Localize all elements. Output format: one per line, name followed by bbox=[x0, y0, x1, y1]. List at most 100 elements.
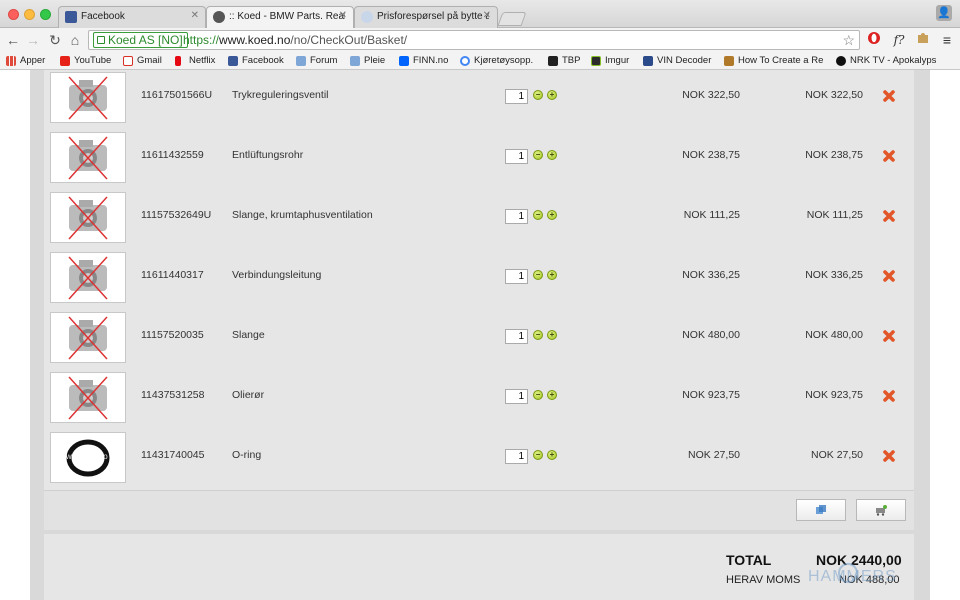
bookmark-finn[interactable]: FINN.no bbox=[399, 54, 448, 68]
quantity-input[interactable]: 1 bbox=[505, 149, 528, 164]
part-number[interactable]: 11611440317 bbox=[141, 269, 204, 281]
delete-item-icon[interactable] bbox=[882, 209, 896, 223]
increase-quantity-button[interactable]: + bbox=[547, 90, 557, 100]
increase-quantity-button[interactable]: + bbox=[547, 450, 557, 460]
decrease-quantity-button[interactable]: − bbox=[533, 450, 543, 460]
quantity-input[interactable]: 1 bbox=[505, 389, 528, 404]
line-total: NOK 480,00 bbox=[805, 329, 863, 341]
home-icon[interactable]: ⌂ bbox=[66, 31, 84, 49]
part-description[interactable]: Slange, krumtaphusventilation bbox=[232, 209, 373, 221]
bookmark-gmail[interactable]: Gmail bbox=[123, 54, 162, 68]
checkout-button[interactable] bbox=[856, 499, 906, 521]
bookmark-imgur[interactable]: Imgur bbox=[591, 54, 629, 68]
imgur-icon bbox=[591, 56, 601, 66]
minimize-window-button[interactable] bbox=[24, 9, 35, 20]
tab-facebook[interactable]: Facebook ✕ bbox=[58, 6, 206, 28]
delete-item-icon[interactable] bbox=[882, 89, 896, 103]
part-number[interactable]: 11157532649U bbox=[141, 209, 211, 221]
bookmark-facebook[interactable]: Facebook bbox=[228, 54, 284, 68]
bookmark-label: Facebook bbox=[242, 55, 284, 66]
bookmark-tbp[interactable]: TBP bbox=[548, 54, 580, 68]
ev-certificate-badge[interactable]: Koed AS [NO] bbox=[93, 32, 188, 48]
user-profile-icon[interactable]: 👤 bbox=[936, 5, 952, 21]
bookmark-forum[interactable]: Forum bbox=[296, 54, 337, 68]
decrease-quantity-button[interactable]: − bbox=[533, 270, 543, 280]
part-description[interactable]: Verbindungsleitung bbox=[232, 269, 321, 281]
part-number[interactable]: 11431740045 bbox=[141, 449, 204, 461]
bookmark-netflix[interactable]: Netflix bbox=[175, 54, 215, 68]
bookmark-nrk-tv[interactable]: NRK TV - Apokalyps bbox=[836, 54, 954, 68]
delete-item-icon[interactable] bbox=[882, 449, 896, 463]
part-description[interactable]: Entlüftungsrohr bbox=[232, 149, 303, 161]
opera-extension-icon[interactable] bbox=[865, 31, 883, 49]
increase-quantity-button[interactable]: + bbox=[547, 210, 557, 220]
bookmark-how-to-create[interactable]: How To Create a Re bbox=[724, 54, 830, 68]
bookmark-label: Pleie bbox=[364, 55, 386, 66]
bookmark-label: Apper bbox=[20, 55, 46, 66]
no-image-placeholder-icon[interactable] bbox=[50, 312, 126, 363]
no-image-placeholder-icon[interactable] bbox=[50, 72, 126, 123]
quantity-input[interactable]: 1 bbox=[505, 329, 528, 344]
increase-quantity-button[interactable]: + bbox=[547, 150, 557, 160]
tab-close-icon[interactable]: ✕ bbox=[191, 10, 199, 21]
part-number[interactable]: 11611432559 bbox=[141, 149, 204, 161]
increase-quantity-button[interactable]: + bbox=[547, 390, 557, 400]
decrease-quantity-button[interactable]: − bbox=[533, 390, 543, 400]
decrease-quantity-button[interactable]: − bbox=[533, 210, 543, 220]
part-number[interactable]: 11157520035 bbox=[141, 329, 204, 341]
zoom-window-button[interactable] bbox=[40, 9, 51, 20]
tab-koed[interactable]: :: Koed - BMW Parts. Real ✕ bbox=[206, 6, 354, 29]
part-description[interactable]: Olierør bbox=[232, 389, 264, 401]
bookmark-pleie[interactable]: Pleie bbox=[350, 54, 385, 68]
delete-item-icon[interactable] bbox=[882, 149, 896, 163]
tab-close-icon[interactable]: ✕ bbox=[339, 10, 347, 21]
quantity-input[interactable]: 1 bbox=[505, 449, 528, 464]
line-total: NOK 923,75 bbox=[805, 389, 863, 401]
tab-prisforesporsel[interactable]: Prisforespørsel på bytte av ✕ bbox=[354, 6, 498, 28]
update-basket-button[interactable] bbox=[796, 499, 846, 521]
part-description[interactable]: O-ring bbox=[232, 449, 261, 461]
formula-extension-icon[interactable]: f? bbox=[890, 31, 908, 49]
bookmark-kjoretoysopp[interactable]: Kjøretøysopp. bbox=[460, 54, 533, 68]
vat-label: HERAV MOMS bbox=[726, 574, 801, 586]
part-number[interactable]: 11617501566U bbox=[141, 89, 212, 101]
quantity-input[interactable]: 1 bbox=[505, 89, 528, 104]
new-tab-button[interactable] bbox=[497, 12, 527, 26]
part-description[interactable]: Trykreguleringsventil bbox=[232, 89, 328, 101]
delete-item-icon[interactable] bbox=[882, 389, 896, 403]
back-arrow-icon[interactable]: ← bbox=[4, 31, 22, 49]
basket-row: 11611440317 Verbindungsleitung 1− + NOK 336,… bbox=[44, 250, 914, 310]
no-image-placeholder-icon[interactable] bbox=[50, 372, 126, 423]
bookmark-apper[interactable]: Apper bbox=[6, 54, 45, 68]
bookmark-youtube[interactable]: YouTube bbox=[60, 54, 111, 68]
increase-quantity-button[interactable]: + bbox=[547, 330, 557, 340]
part-description[interactable]: Slange bbox=[232, 329, 265, 341]
bookmark-star-icon[interactable]: ☆ bbox=[842, 31, 855, 49]
tab-close-icon[interactable]: ✕ bbox=[483, 10, 491, 21]
decrease-quantity-button[interactable]: − bbox=[533, 90, 543, 100]
no-image-placeholder-icon[interactable] bbox=[50, 252, 126, 303]
forward-arrow-icon[interactable]: → bbox=[24, 31, 42, 49]
address-bar[interactable]: Koed AS [NO] https://www.koed.no/no/Chec… bbox=[88, 30, 860, 50]
image-watermark: © www.koed.no bbox=[52, 452, 108, 461]
reload-icon[interactable]: ↻ bbox=[46, 31, 64, 49]
google-icon bbox=[460, 56, 470, 66]
part-number[interactable]: 11437531258 bbox=[141, 389, 204, 401]
quantity-input[interactable]: 1 bbox=[505, 209, 528, 224]
close-window-button[interactable] bbox=[8, 9, 19, 20]
puzzle-extension-icon[interactable] bbox=[914, 31, 932, 49]
koed-favicon-icon bbox=[213, 11, 225, 23]
cart-add-icon bbox=[876, 505, 887, 516]
unit-price: NOK 111,25 bbox=[683, 209, 740, 221]
decrease-quantity-button[interactable]: − bbox=[533, 330, 543, 340]
delete-item-icon[interactable] bbox=[882, 269, 896, 283]
delete-item-icon[interactable] bbox=[882, 329, 896, 343]
bookmark-vin-decoder[interactable]: VIN Decoder bbox=[643, 54, 711, 68]
quantity-input[interactable]: 1 bbox=[505, 269, 528, 284]
no-image-placeholder-icon[interactable] bbox=[50, 132, 126, 183]
no-image-placeholder-icon[interactable] bbox=[50, 192, 126, 243]
browser-toolbar: ← → ↻ ⌂ Koed AS [NO] https://www.koed.no… bbox=[0, 28, 960, 52]
menu-icon[interactable]: ≡ bbox=[938, 31, 956, 49]
increase-quantity-button[interactable]: + bbox=[547, 270, 557, 280]
decrease-quantity-button[interactable]: − bbox=[533, 150, 543, 160]
